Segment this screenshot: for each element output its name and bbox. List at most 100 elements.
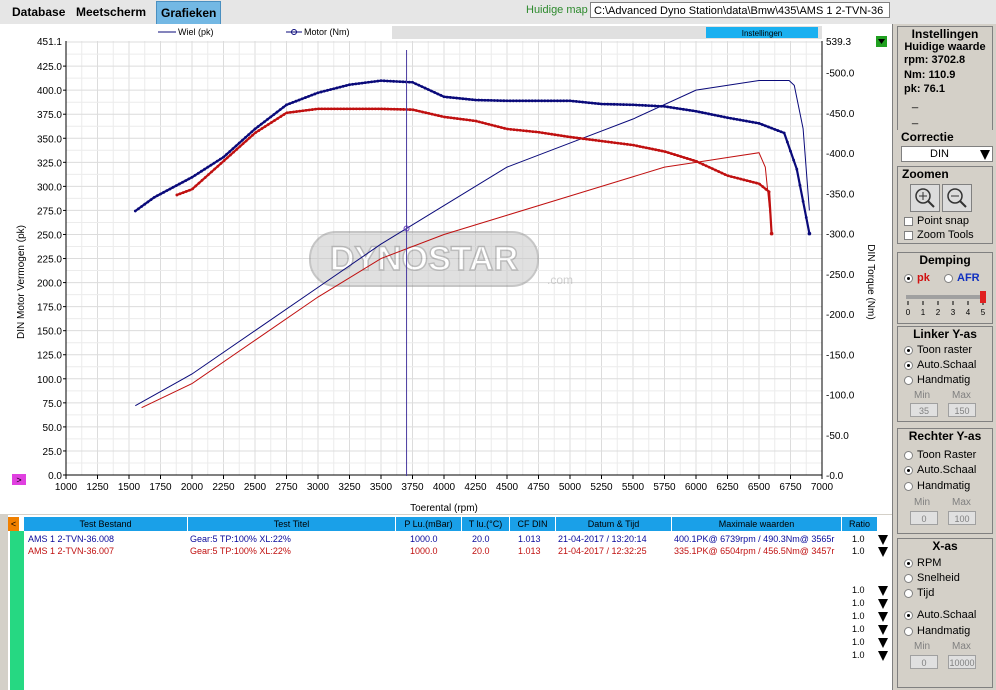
series-point-1 (726, 116, 729, 120)
ratio-down-icon[interactable] (878, 599, 888, 609)
series-point-1 (420, 85, 424, 89)
col-p-lu[interactable]: P Lu.(mBar) (396, 517, 462, 531)
pk-radio-label: pk (917, 272, 930, 284)
right-tick-label: -400.0 (826, 149, 855, 160)
ratio-down-icon[interactable] (878, 586, 888, 596)
series-point-3 (184, 190, 188, 193)
ratio-down-icon[interactable] (878, 612, 888, 622)
series-point-3 (295, 110, 298, 113)
demping-tick-label: 2 (936, 308, 941, 317)
series-point-1 (190, 175, 194, 179)
rechter-max-input[interactable]: 100 (948, 511, 976, 525)
series-point-1 (411, 80, 414, 84)
demping-slider[interactable]: 0 1 2 3 4 5 (904, 289, 990, 319)
series-point-1 (745, 119, 748, 123)
table-side-strip (10, 531, 24, 690)
col-test-bestand[interactable]: Test Bestand (24, 517, 188, 531)
table-row-empty[interactable]: 1.0 (8, 624, 892, 635)
series-point-1 (433, 91, 436, 94)
afr-radio[interactable]: AFR (944, 272, 980, 284)
tijd-radio[interactable]: Tijd (904, 587, 934, 599)
series-point-1 (524, 99, 528, 103)
correctie-group: Correctie DIN (897, 130, 993, 162)
series-point-1 (619, 103, 622, 106)
rpm-radio[interactable]: RPM (904, 557, 941, 569)
table-row-empty[interactable]: 1.0 (8, 598, 892, 609)
correctie-select[interactable]: DIN (901, 146, 993, 162)
demping-title: Demping (919, 253, 971, 267)
series-point-3 (216, 164, 220, 168)
x-min-input[interactable]: 0 (910, 655, 938, 669)
series-point-3 (764, 187, 768, 191)
col-datum[interactable]: Datum & Tijd (556, 517, 672, 531)
menu-database[interactable]: Database (8, 1, 69, 23)
series-point-3 (427, 112, 431, 115)
menu-grafieken[interactable]: Grafieken (156, 1, 222, 25)
series-point-3 (474, 119, 478, 123)
series-point-1 (291, 101, 295, 104)
table-row-empty[interactable]: 1.0 (8, 611, 892, 622)
rechter-toon-raster-radio[interactable]: Toon Raster (904, 449, 976, 461)
demping-thumb[interactable] (980, 291, 986, 303)
left-tick-label: 451.1 (37, 37, 62, 48)
rechter-auto-schaal-radio[interactable]: Auto.Schaal (904, 464, 976, 476)
series-point-1 (763, 124, 767, 128)
col-ratio[interactable]: Ratio (842, 517, 878, 531)
linker-toon-raster-radio[interactable]: Toon raster (904, 344, 972, 356)
series-point-1 (263, 120, 266, 124)
x-auto-schaal-radio[interactable]: Auto.Schaal (904, 609, 976, 621)
ratio-down-icon[interactable] (878, 651, 888, 661)
series-point-3 (380, 107, 384, 111)
table-row[interactable]: AMS 1 2-TVN-36.008 Gear:5 TP:100% XL:22% 1… (8, 534, 892, 545)
collapse-button[interactable]: < (8, 517, 20, 531)
rechter-min-input[interactable]: 0 (910, 511, 938, 525)
x-max-input[interactable]: 10000 (948, 655, 976, 669)
demping-tick-label: 0 (906, 308, 911, 317)
series-point-3 (424, 111, 428, 115)
series-point-1 (792, 158, 796, 162)
table-row-empty[interactable]: 1.0 (8, 585, 892, 596)
pk-radio[interactable]: pk (904, 272, 930, 284)
rechter-handmatig-radio[interactable]: Handmatig (904, 480, 970, 492)
linker-handmatig-radio[interactable]: Handmatig (904, 374, 970, 386)
table-row-empty[interactable]: 1.0 (8, 650, 892, 661)
zoom-out-button[interactable] (942, 184, 972, 212)
linker-min-input[interactable]: 35 (910, 403, 938, 417)
snelheid-radio[interactable]: Snelheid (904, 572, 960, 584)
ratio-down-icon[interactable] (878, 638, 888, 648)
col-max[interactable]: Maximale waarden (672, 517, 842, 531)
col-test-titel[interactable]: Test Titel (188, 517, 396, 531)
x-handmatig-radio[interactable]: Handmatig (904, 625, 970, 637)
point-snap-box (904, 216, 913, 226)
col-cf-din[interactable]: CF DIN (510, 517, 556, 531)
series-point-3 (465, 118, 469, 122)
linker-auto-schaal-radio[interactable]: Auto.Schaal (904, 359, 976, 371)
linker-max-input[interactable]: 150 (948, 403, 976, 417)
series-point-3 (449, 116, 453, 120)
right-tick-label: -100.0 (826, 391, 855, 402)
col-t-lu[interactable]: T lu.(°C) (462, 517, 510, 531)
table-row-empty[interactable]: 1.0 (8, 637, 892, 648)
ratio-down-icon[interactable] (878, 547, 888, 557)
x-tick-label: 2000 (181, 482, 204, 493)
rpm-readout: rpm: 3702.8 (904, 54, 966, 66)
series-point-3 (288, 110, 292, 114)
menu-meetscherm[interactable]: Meetscherm (72, 1, 150, 23)
demping-tick-label: 3 (951, 308, 956, 317)
series-point-3 (733, 176, 736, 179)
series-point-1 (181, 180, 184, 184)
series-point-3 (556, 133, 560, 137)
zoom-tools-checkbox[interactable]: Zoom Tools (904, 229, 974, 241)
series-point-1 (682, 107, 685, 111)
point-snap-checkbox[interactable]: Point snap (904, 215, 969, 227)
dyno-chart[interactable]: Instellingen Wiel (pk) Motor (Nm) DYNOST… (0, 24, 892, 514)
zoom-in-button[interactable] (910, 184, 940, 212)
series-point-1 (782, 131, 786, 135)
table-row[interactable]: AMS 1 2-TVN-36.007 Gear:5 TP:100% XL:22% 1… (8, 546, 892, 557)
ratio-down-icon[interactable] (878, 535, 888, 545)
ratio-down-icon[interactable] (878, 625, 888, 635)
series-point-1 (543, 99, 547, 103)
huidige-map-field[interactable]: C:\Advanced Dyno Station\data\Bmw\435\AM… (590, 2, 890, 18)
series-point-3 (285, 111, 289, 115)
series-point-1 (247, 133, 251, 136)
